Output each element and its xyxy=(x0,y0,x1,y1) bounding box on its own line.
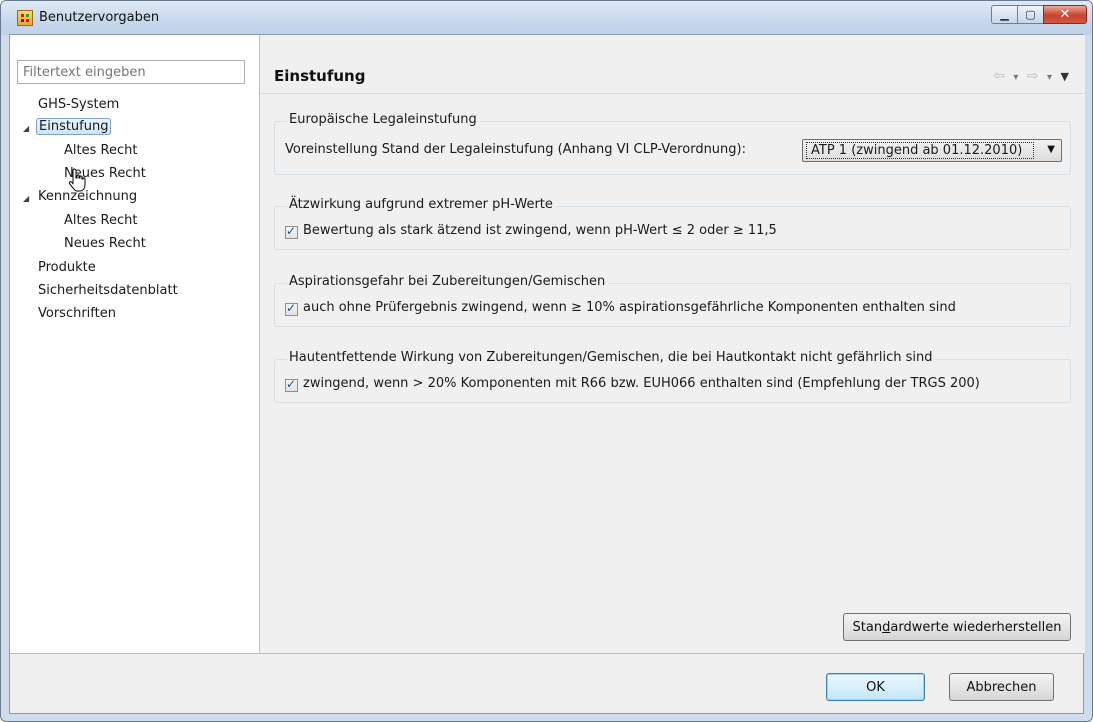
dialog-client-area: GHS-System ◢ Einstufung Altes Recht Neue… xyxy=(9,34,1085,714)
tree-item-label: Neues Recht xyxy=(64,236,146,251)
legal-classification-label: Voreinstellung Stand der Legaleinstufung… xyxy=(285,142,746,157)
tree-item-label: Vorschriften xyxy=(38,306,116,321)
tree-item-sicherheitsdatenblatt[interactable]: Sicherheitsdatenblatt xyxy=(38,283,178,298)
back-history-dropdown-icon[interactable]: ▾ xyxy=(1013,72,1020,83)
app-icon xyxy=(17,10,33,26)
filter-input[interactable] xyxy=(17,60,245,84)
tree-item-einstufung-altes-recht[interactable]: Altes Recht xyxy=(64,143,137,158)
group-label: Aspirationsgefahr bei Zubereitungen/Gemi… xyxy=(287,274,609,289)
minimize-icon: ▁ xyxy=(1000,8,1009,21)
skin-degreasing-checkbox[interactable] xyxy=(285,377,298,392)
button-label-part: ardwerte wiederherstellen xyxy=(890,619,1062,635)
legal-classification-select[interactable]: ATP 1 (zwingend ab 01.12.2010) ▼ xyxy=(802,139,1062,162)
checkbox-label[interactable]: Bewertung als stark ätzend ist zwingend,… xyxy=(303,223,777,238)
tree-item-label: Altes Recht xyxy=(64,143,138,158)
button-label-part: Stan xyxy=(852,619,883,635)
ok-label: OK xyxy=(866,679,885,695)
preferences-window: Benutzervorgaben ▁ ▢ ✕ GHS-System ◢ Eins… xyxy=(0,0,1093,722)
tree-item-kennzeichnung-altes-recht[interactable]: Altes Recht xyxy=(64,213,137,228)
tree-item-label: Altes Recht xyxy=(64,213,138,228)
group-label: Hautentfettende Wirkung von Zubereitunge… xyxy=(287,350,936,365)
forward-arrow-icon[interactable]: ⇨ xyxy=(1027,68,1041,84)
group-corrosive-ph: Ätzwirkung aufgrund extremer pH-Werte Be… xyxy=(274,197,1071,250)
title-separator xyxy=(260,93,1085,94)
group-aspiration-hazard: Aspirationsgefahr bei Zubereitungen/Gemi… xyxy=(274,274,1071,327)
title-bar: Benutzervorgaben ▁ ▢ ✕ xyxy=(1,1,1092,35)
tree-item-ghs-system[interactable]: GHS-System xyxy=(38,97,119,112)
footer-divider xyxy=(10,653,1085,654)
tree-item-label: Produkte xyxy=(38,260,96,275)
group-label: Ätzwirkung aufgrund extremer pH-Werte xyxy=(287,197,556,212)
checkbox-label[interactable]: zwingend, wenn > 20% Komponenten mit R66… xyxy=(303,376,980,391)
tree-item-einstufung[interactable]: Einstufung xyxy=(36,118,112,135)
corrosive-ph-checkbox[interactable] xyxy=(285,224,298,239)
expanded-arrow-icon[interactable]: ◢ xyxy=(23,194,29,203)
view-menu-icon[interactable]: ▼ xyxy=(1061,70,1071,83)
window-controls: ▁ ▢ ✕ xyxy=(991,5,1087,25)
preferences-page: Einstufung ⇦ ▾ ⇨ ▾ ▼ Europäische Legalei… xyxy=(260,35,1085,653)
select-value: ATP 1 (zwingend ab 01.12.2010) xyxy=(806,142,1034,159)
tree-item-vorschriften[interactable]: Vorschriften xyxy=(38,306,116,321)
minimize-button[interactable]: ▁ xyxy=(991,5,1017,24)
forward-history-dropdown-icon[interactable]: ▾ xyxy=(1047,72,1054,83)
hand-cursor-icon xyxy=(68,168,86,192)
group-european-legal-classification: Europäische Legaleinstufung Voreinstellu… xyxy=(274,112,1071,175)
maximize-button[interactable]: ▢ xyxy=(1017,5,1043,24)
checkbox-label[interactable]: auch ohne Prüfergebnis zwingend, wenn ≥ … xyxy=(303,300,956,315)
ok-button[interactable]: OK xyxy=(826,673,925,701)
tree-item-label: Sicherheitsdatenblatt xyxy=(38,283,178,298)
tree-item-produkte[interactable]: Produkte xyxy=(38,260,96,275)
cancel-button[interactable]: Abbrechen xyxy=(949,673,1054,701)
aspiration-hazard-checkbox[interactable] xyxy=(285,301,298,316)
chevron-down-icon: ▼ xyxy=(1047,144,1055,155)
close-button[interactable]: ✕ xyxy=(1043,5,1087,24)
group-label: Europäische Legaleinstufung xyxy=(287,112,480,127)
restore-defaults-button[interactable]: Stan d ardwerte wiederherstellen xyxy=(843,613,1071,641)
close-icon: ✕ xyxy=(1059,7,1071,22)
expanded-arrow-icon[interactable]: ◢ xyxy=(23,124,29,133)
page-title: Einstufung xyxy=(274,67,366,85)
page-navigation: ⇦ ▾ ⇨ ▾ ▼ xyxy=(993,68,1071,84)
group-skin-degreasing: Hautentfettende Wirkung von Zubereitunge… xyxy=(274,350,1071,403)
tree-item-kennzeichnung-neues-recht[interactable]: Neues Recht xyxy=(64,236,146,251)
tree-item-label: Einstufung xyxy=(36,118,112,135)
cancel-label: Abbrechen xyxy=(966,679,1037,695)
mnemonic-letter: d xyxy=(882,619,891,635)
back-arrow-icon[interactable]: ⇦ xyxy=(993,68,1007,84)
window-title: Benutzervorgaben xyxy=(39,10,160,25)
maximize-icon: ▢ xyxy=(1025,8,1036,21)
preferences-sidebar: GHS-System ◢ Einstufung Altes Recht Neue… xyxy=(10,35,260,653)
tree-item-label: GHS-System xyxy=(38,97,120,112)
